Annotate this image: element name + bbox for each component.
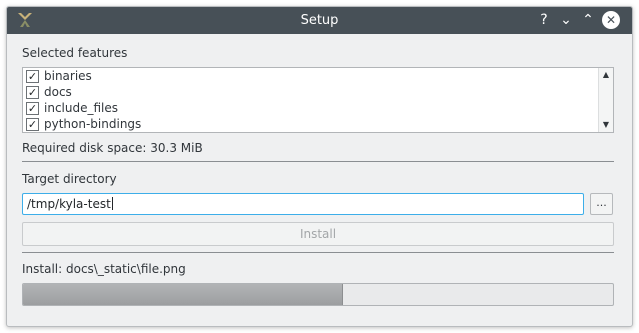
feature-checkbox[interactable]: ✓ — [26, 70, 39, 83]
feature-item-binaries[interactable]: ✓ binaries — [26, 69, 596, 85]
setup-window: Setup ? ⌄ ⌃ ✕ Selected features ✓ binari… — [6, 6, 633, 327]
feature-label: python-bindings — [44, 117, 142, 131]
install-status-label: Install: docs\_static\file.png — [22, 262, 186, 276]
install-progress-bar — [22, 283, 614, 306]
features-list[interactable]: ✓ binaries ✓ docs ✓ include_files ✓ pyth… — [22, 67, 614, 133]
target-directory-input[interactable]: /tmp/kyla-test — [22, 193, 584, 215]
browse-button[interactable]: ... — [590, 193, 613, 215]
maximize-icon[interactable]: ⌃ — [579, 11, 597, 29]
feature-label: include_files — [44, 101, 119, 115]
target-directory-value: /tmp/kyla-test — [27, 197, 111, 211]
feature-checkbox[interactable]: ✓ — [26, 102, 39, 115]
disk-space-label: Required disk space: 30.3 MiB — [22, 141, 203, 155]
target-directory-heading: Target directory — [22, 172, 117, 186]
help-icon[interactable]: ? — [535, 11, 553, 29]
feature-label: docs — [44, 85, 72, 99]
close-icon[interactable]: ✕ — [602, 11, 620, 29]
features-scrollbar[interactable]: ▲ ▼ — [598, 68, 613, 132]
divider — [22, 161, 614, 162]
progress-fill — [23, 284, 343, 305]
feature-label: binaries — [44, 69, 92, 83]
text-caret — [111, 197, 113, 210]
scroll-up-icon[interactable]: ▲ — [599, 69, 613, 81]
divider — [22, 252, 614, 253]
minimize-icon[interactable]: ⌄ — [557, 11, 575, 29]
install-button[interactable]: Install — [22, 222, 614, 246]
scroll-down-icon[interactable]: ▼ — [599, 119, 613, 131]
feature-item-include-files[interactable]: ✓ include_files — [26, 101, 596, 117]
feature-item-docs[interactable]: ✓ docs — [26, 85, 596, 101]
feature-checkbox[interactable]: ✓ — [26, 86, 39, 99]
feature-item-python-bindings[interactable]: ✓ python-bindings — [26, 117, 596, 133]
feature-checkbox[interactable]: ✓ — [26, 118, 39, 131]
title-bar[interactable]: Setup ? ⌄ ⌃ ✕ — [7, 7, 632, 34]
selected-features-heading: Selected features — [22, 46, 128, 60]
